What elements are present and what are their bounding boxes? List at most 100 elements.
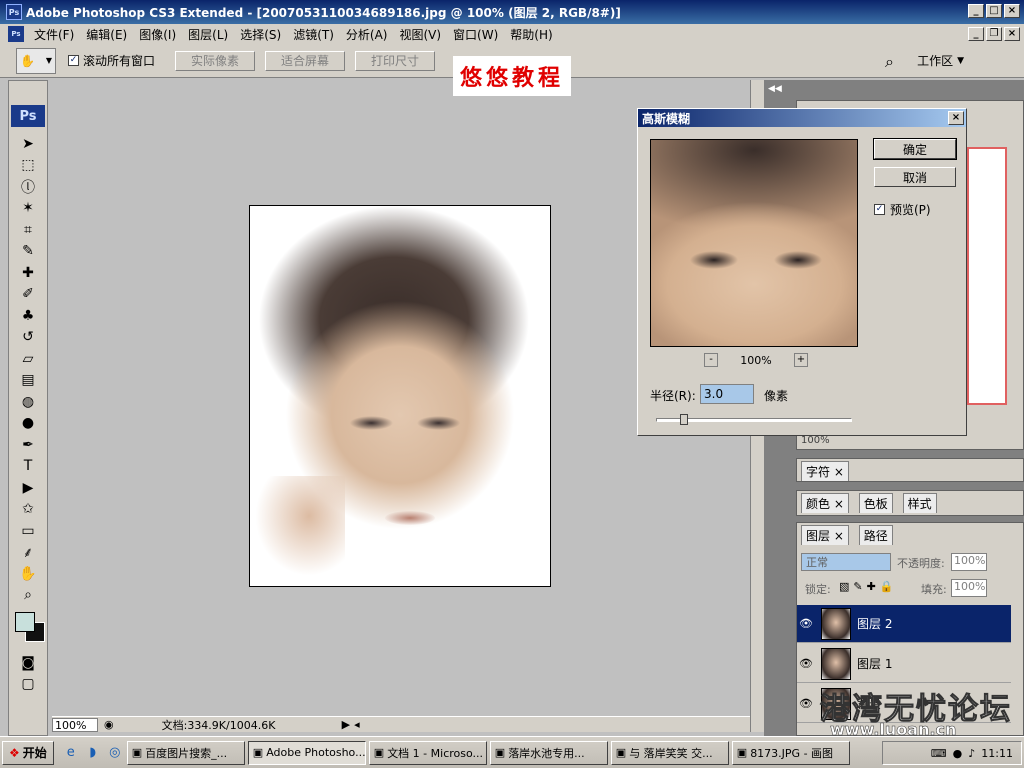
visibility-eye-icon[interactable]: 👁 — [797, 657, 815, 670]
lock-icons[interactable]: ▧✎✚🔒 — [839, 580, 898, 593]
ie-icon[interactable]: e — [62, 744, 80, 762]
dodge-tool[interactable]: ● — [11, 413, 45, 435]
lasso-tool[interactable]: ⓛ — [11, 176, 45, 198]
bridge-icon[interactable]: ⌕ — [885, 52, 894, 72]
tab-layers[interactable]: 图层 × — [801, 525, 849, 545]
hand-tool[interactable]: ✋ — [11, 563, 45, 585]
task-app-icon: ▣ — [373, 746, 385, 759]
blur-preview[interactable] — [650, 139, 858, 347]
radius-slider-thumb[interactable] — [679, 414, 688, 425]
start-button[interactable]: ❖ 开始 — [2, 740, 54, 765]
menu-image[interactable]: 图像(I) — [133, 26, 182, 43]
eyedropper-tool[interactable]: ⸙ — [11, 542, 45, 564]
eraser-tool[interactable]: ▱ — [11, 348, 45, 370]
zoom-tool[interactable]: ⌕ — [11, 585, 45, 607]
navigator-zoom[interactable]: 100% — [801, 435, 830, 446]
menu-help[interactable]: 帮助(H) — [504, 26, 558, 43]
maximize-button[interactable]: □ — [986, 4, 1002, 18]
brush-tool[interactable]: ✐ — [11, 284, 45, 306]
healing-tool[interactable]: ✚ — [11, 262, 45, 284]
desktop-icon[interactable]: ◎ — [106, 744, 124, 762]
menu-filter[interactable]: 滤镜(T) — [287, 26, 340, 43]
taskbar-item[interactable]: ▣ Adobe Photosho... — [247, 740, 366, 765]
opacity-input[interactable]: 100% — [951, 553, 987, 571]
collapse-icon[interactable]: ◀◀ — [768, 84, 782, 94]
shape-tool[interactable]: ✩ — [11, 499, 45, 521]
status-menu-icon[interactable]: ◉ — [104, 718, 114, 731]
menu-view[interactable]: 视图(V) — [393, 26, 447, 43]
taskbar-item[interactable]: ▣ 8173.JPG - 画图 — [731, 740, 850, 765]
tab-character[interactable]: 字符 × — [801, 461, 849, 481]
crop-tool[interactable]: ⌗ — [11, 219, 45, 241]
actual-pixels-button[interactable]: 实际像素 — [175, 50, 256, 71]
menu-analysis[interactable]: 分析(A) — [340, 26, 394, 43]
taskbar-item[interactable]: ▣ 与 落岸笑笑 交... — [610, 740, 729, 765]
tab-swatches[interactable]: 色板 — [858, 493, 893, 513]
marquee-tool[interactable]: ⬚ — [11, 155, 45, 177]
path-select-tool[interactable]: ▶ — [11, 477, 45, 499]
media-icon[interactable]: ◗ — [84, 744, 102, 762]
menu-layer[interactable]: 图层(L) — [182, 26, 234, 43]
navigator-preview[interactable] — [967, 147, 1007, 405]
cancel-button[interactable]: 取消 — [874, 167, 956, 187]
doc-restore-button[interactable]: ❐ — [986, 27, 1002, 41]
menu-file[interactable]: 文件(F) — [28, 26, 80, 43]
minimize-button[interactable]: _ — [968, 4, 984, 18]
foreground-color-swatch[interactable] — [15, 612, 35, 632]
type-tool[interactable]: T — [11, 456, 45, 478]
color-swatches[interactable] — [11, 612, 47, 652]
workspace-button[interactable]: 工作区 ▼ — [917, 52, 964, 69]
document-icon[interactable]: Ps — [8, 26, 24, 42]
volume-icon[interactable]: ♪ — [968, 747, 975, 760]
status-arrow-icon[interactable]: ▶ — [342, 718, 350, 731]
keyboard-icon[interactable]: ⌨ — [931, 747, 947, 760]
history-brush-tool[interactable]: ↺ — [11, 327, 45, 349]
layer-row[interactable]: 👁 背景 — [797, 685, 1011, 723]
document-image[interactable] — [249, 205, 551, 587]
blend-mode-select[interactable]: 正常 — [801, 553, 891, 571]
tab-styles[interactable]: 样式 — [902, 493, 937, 513]
layer-row[interactable]: 👁 图层 2 — [797, 605, 1011, 643]
taskbar-item[interactable]: ▣ 落岸水池专用... — [489, 740, 608, 765]
pen-tool[interactable]: ✒ — [11, 434, 45, 456]
tool-preset-picker[interactable]: ✋ ▼ — [16, 47, 56, 74]
gradient-tool[interactable]: ▤ — [11, 370, 45, 392]
task-app-icon: ▣ — [131, 746, 143, 759]
zoom-out-button[interactable]: - — [704, 353, 718, 367]
menu-select[interactable]: 选择(S) — [234, 26, 287, 43]
move-tool[interactable]: ➤ — [11, 133, 45, 155]
tab-paths[interactable]: 路径 — [858, 525, 893, 545]
taskbar-item[interactable]: ▣ 文档 1 - Microso... — [368, 740, 487, 765]
quick-mask-icon[interactable]: ◙ — [11, 652, 45, 674]
stamp-tool[interactable]: ♣ — [11, 305, 45, 327]
qq-icon[interactable]: ● — [953, 747, 963, 760]
menu-edit[interactable]: 编辑(E) — [80, 26, 133, 43]
preview-checkbox[interactable]: ✓ — [874, 204, 885, 215]
print-size-button[interactable]: 打印尺寸 — [355, 50, 436, 71]
blur-tool[interactable]: ◍ — [11, 391, 45, 413]
screen-mode-icon[interactable]: ▢ — [11, 674, 45, 696]
workspace-label: 工作区 — [917, 54, 954, 68]
menu-window[interactable]: 窗口(W) — [447, 26, 504, 43]
scroll-all-checkbox[interactable]: ✓ — [68, 55, 79, 66]
dialog-close-button[interactable]: × — [948, 111, 964, 125]
zoom-level-field[interactable]: 100% — [52, 717, 98, 732]
fill-input[interactable]: 100% — [951, 579, 987, 597]
fit-screen-button[interactable]: 适合屏幕 — [265, 50, 346, 71]
visibility-eye-icon[interactable]: 👁 — [797, 697, 815, 710]
radius-input[interactable] — [700, 384, 754, 404]
tab-color[interactable]: 颜色 × — [801, 493, 849, 513]
slice-tool[interactable]: ✎ — [11, 241, 45, 263]
magic-wand-tool[interactable]: ✶ — [11, 198, 45, 220]
scroll-left-icon[interactable]: ◂ — [354, 718, 360, 731]
doc-close-button[interactable]: × — [1004, 27, 1020, 41]
doc-minimize-button[interactable]: _ — [968, 27, 984, 41]
close-button[interactable]: × — [1004, 4, 1020, 18]
ok-button[interactable]: 确定 — [873, 138, 957, 160]
notes-tool[interactable]: ▭ — [11, 520, 45, 542]
visibility-eye-icon[interactable]: 👁 — [797, 617, 815, 630]
hand-icon: ✋ — [20, 53, 35, 68]
layer-row[interactable]: 👁 图层 1 — [797, 645, 1011, 683]
taskbar-item[interactable]: ▣ 百度图片搜索_... — [126, 740, 245, 765]
zoom-in-button[interactable]: + — [793, 353, 808, 367]
